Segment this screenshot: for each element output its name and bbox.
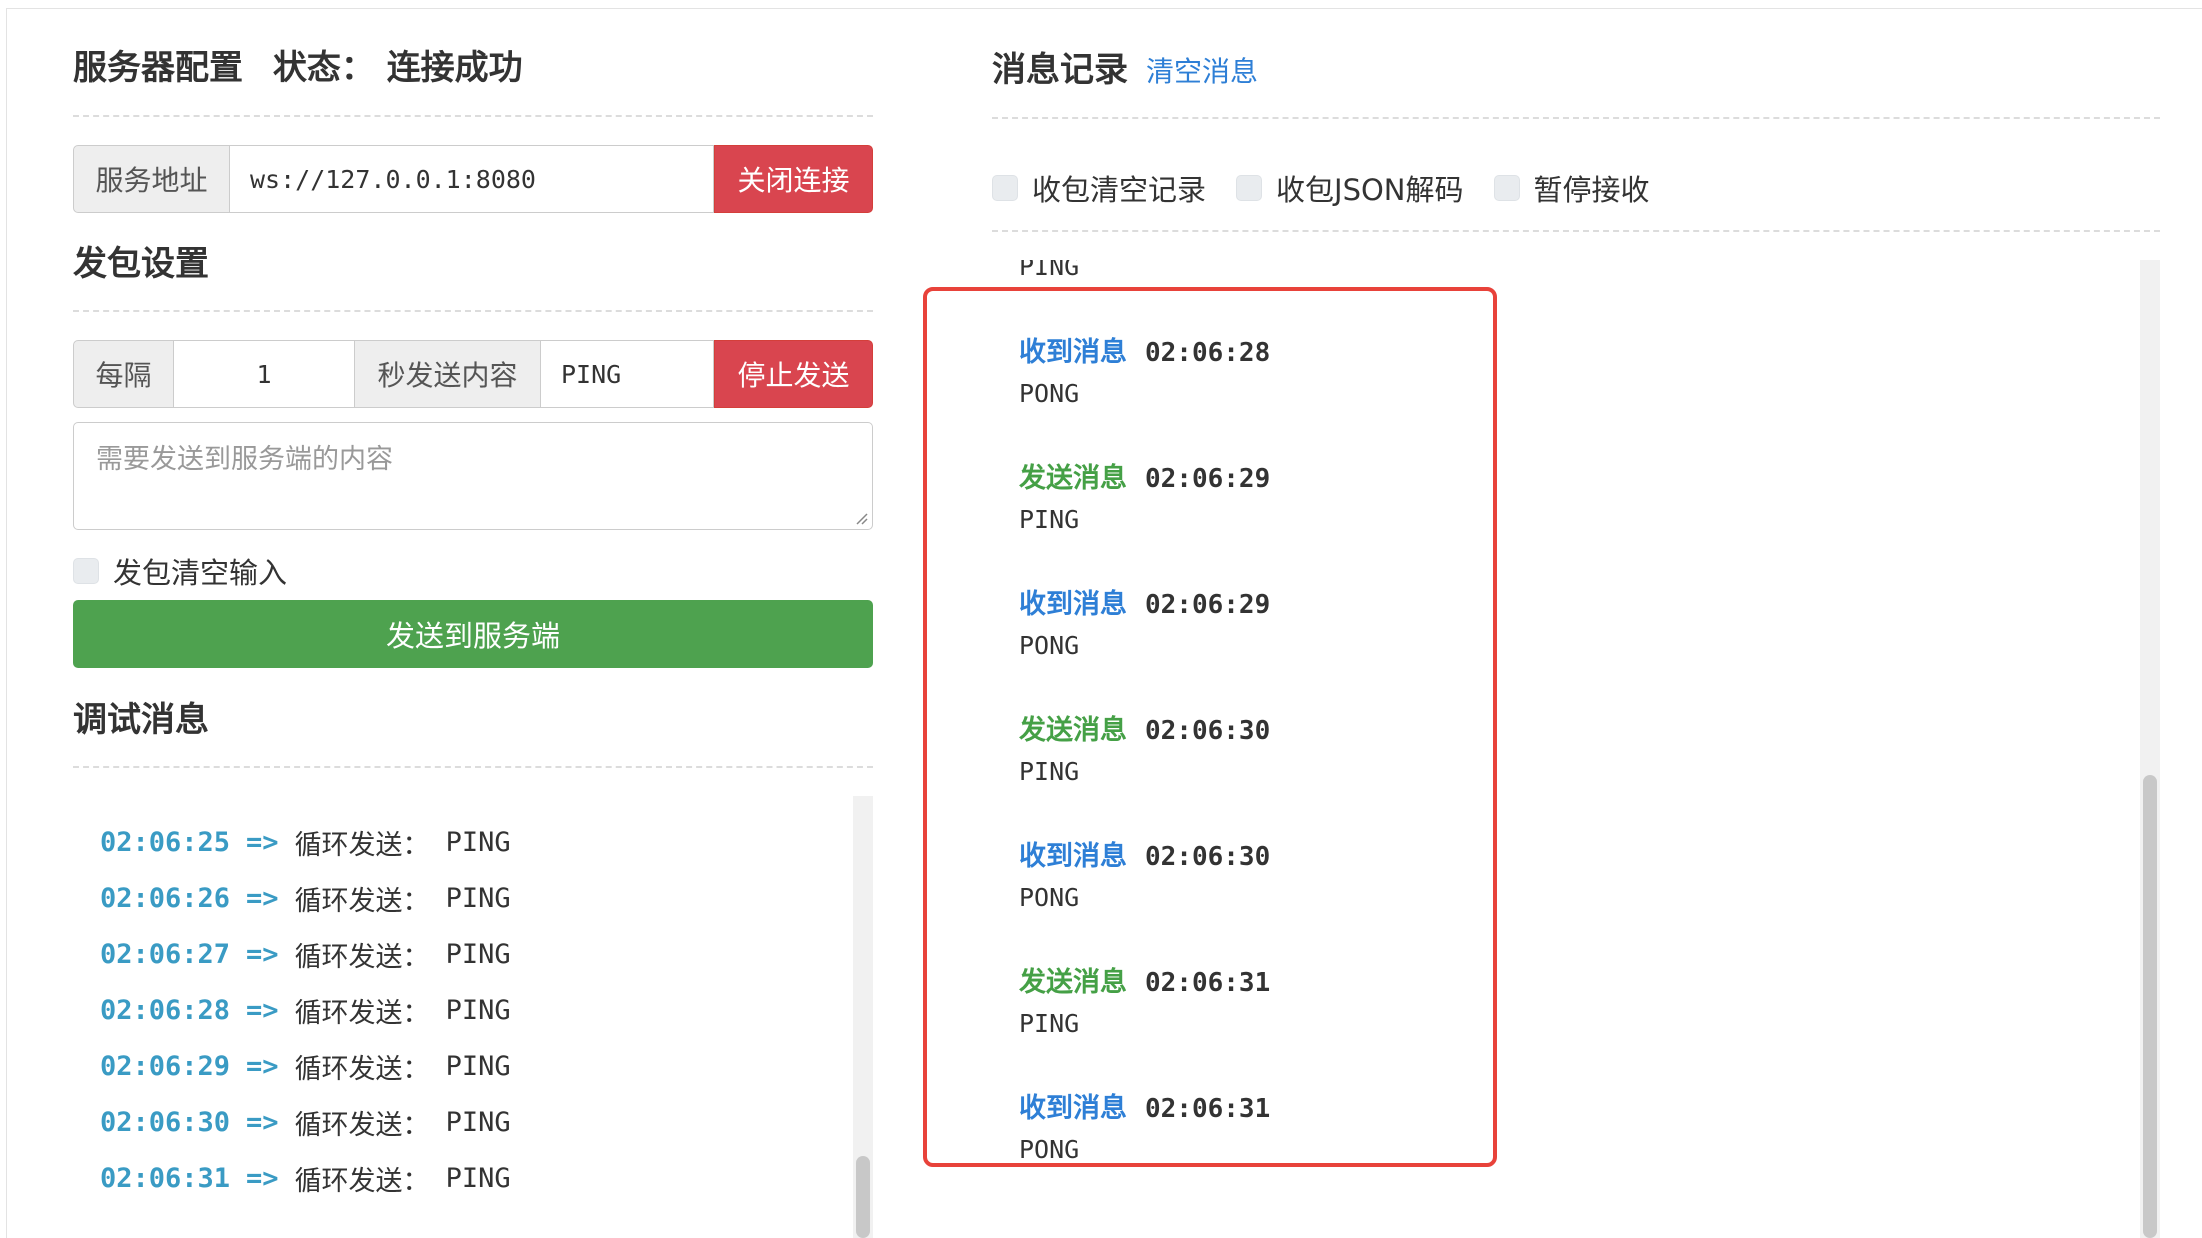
messages-divider bbox=[992, 117, 2160, 119]
debug-line: 02:06:28 => 循环发送： PING bbox=[100, 991, 511, 1030]
debug-time: 02:06:30 bbox=[100, 1107, 231, 1138]
server-config-title: 服务器配置 bbox=[73, 48, 243, 88]
debug-text: 循环发送： bbox=[294, 942, 430, 973]
send-settings-title: 发包设置 bbox=[73, 244, 209, 284]
messages-title: 消息记录 bbox=[992, 50, 1128, 90]
pause-receive-label: 暂停接收 bbox=[1533, 173, 1650, 207]
server-config-heading: 服务器配置 状态： 连接成功 bbox=[73, 40, 523, 89]
debug-arrow: => bbox=[246, 939, 279, 970]
debug-scrollbar[interactable] bbox=[853, 796, 873, 1238]
debug-time: 02:06:29 bbox=[100, 1051, 231, 1082]
debug-text: 循环发送： bbox=[294, 1166, 430, 1197]
debug-text: 循环发送： bbox=[294, 998, 430, 1029]
debug-arrow: => bbox=[246, 1051, 279, 1082]
debug-line: 02:06:27 => 循环发送： PING bbox=[100, 935, 511, 974]
send-to-server-button[interactable]: 发送到服务端 bbox=[73, 600, 873, 668]
address-input[interactable]: ws://127.0.0.1:8080 bbox=[230, 145, 714, 213]
debug-value: PING bbox=[445, 1051, 511, 1082]
debug-text: 循环发送： bbox=[294, 830, 430, 861]
message-body-partial: PING bbox=[1019, 260, 1080, 281]
debug-line: 02:06:25 => 循环发送： PING bbox=[100, 823, 511, 862]
debug-line: 02:06:31 => 循环发送： PING bbox=[100, 1159, 511, 1198]
json-decode-label: 收包JSON解码 bbox=[1276, 173, 1464, 207]
highlight-annotation bbox=[923, 287, 1497, 1167]
address-input-group: 服务地址 ws://127.0.0.1:8080 关闭连接 bbox=[73, 145, 873, 213]
debug-time: 02:06:31 bbox=[100, 1163, 231, 1194]
close-connection-button[interactable]: 关闭连接 bbox=[714, 145, 873, 213]
debug-text: 循环发送： bbox=[294, 1054, 430, 1085]
clear-input-checkbox[interactable] bbox=[73, 558, 99, 584]
clear-on-receive-checkbox[interactable] bbox=[992, 175, 1018, 201]
debug-arrow: => bbox=[246, 883, 279, 914]
address-label: 服务地址 bbox=[73, 145, 230, 213]
resize-handle-icon[interactable] bbox=[854, 511, 868, 525]
debug-arrow: => bbox=[246, 1107, 279, 1138]
send-content-textarea[interactable]: 需要发送到服务端的内容 bbox=[73, 422, 873, 530]
debug-value: PING bbox=[445, 1107, 511, 1138]
content-input[interactable]: PING bbox=[541, 340, 714, 408]
debug-arrow: => bbox=[246, 827, 279, 858]
interval-input[interactable]: 1 bbox=[174, 340, 355, 408]
clear-input-option[interactable]: 发包清空输入 bbox=[73, 550, 287, 592]
debug-title: 调试消息 bbox=[73, 700, 209, 740]
messages-header: 消息记录 清空消息 bbox=[992, 42, 1258, 91]
debug-value: PING bbox=[445, 883, 511, 914]
send-settings-divider bbox=[73, 310, 873, 312]
debug-divider bbox=[73, 766, 873, 768]
debug-scroll-thumb[interactable] bbox=[856, 1156, 870, 1238]
server-divider bbox=[73, 115, 873, 117]
debug-value: PING bbox=[445, 827, 511, 858]
debug-line: 02:06:26 => 循环发送： PING bbox=[100, 879, 511, 918]
debug-time: 02:06:26 bbox=[100, 883, 231, 914]
debug-value: PING bbox=[445, 995, 511, 1026]
textarea-placeholder: 需要发送到服务端的内容 bbox=[96, 444, 393, 475]
pause-receive-checkbox[interactable] bbox=[1493, 175, 1520, 201]
clear-input-label: 发包清空输入 bbox=[113, 556, 288, 590]
debug-text: 循环发送： bbox=[294, 886, 430, 917]
options-divider bbox=[992, 230, 2160, 232]
debug-arrow: => bbox=[246, 1163, 279, 1194]
debug-line: 02:06:30 => 循环发送： PING bbox=[100, 1103, 511, 1142]
content-label: 秒发送内容 bbox=[355, 340, 541, 408]
message-scroll-thumb[interactable] bbox=[2143, 775, 2157, 1238]
json-decode-checkbox[interactable] bbox=[1236, 175, 1263, 201]
clear-messages-link[interactable]: 清空消息 bbox=[1146, 50, 1258, 90]
debug-line: 02:06:29 => 循环发送： PING bbox=[100, 1047, 511, 1086]
interval-input-group: 每隔 1 秒发送内容 PING 停止发送 bbox=[73, 340, 873, 408]
clear-on-receive-label: 收包清空记录 bbox=[1032, 173, 1207, 207]
debug-time: 02:06:25 bbox=[100, 827, 231, 858]
debug-arrow: => bbox=[246, 995, 279, 1026]
status-value: 连接成功 bbox=[386, 48, 523, 88]
every-label: 每隔 bbox=[73, 340, 174, 408]
debug-value: PING bbox=[445, 1163, 511, 1194]
message-scrollbar[interactable] bbox=[2140, 260, 2160, 1238]
debug-value: PING bbox=[445, 939, 511, 970]
debug-text: 循环发送： bbox=[294, 1110, 430, 1141]
message-options: 收包清空记录 收包JSON解码 暂停接收 bbox=[992, 167, 1650, 209]
debug-time: 02:06:28 bbox=[100, 995, 231, 1026]
debug-time: 02:06:27 bbox=[100, 939, 231, 970]
status-label: 状态： bbox=[272, 48, 375, 88]
stop-sending-button[interactable]: 停止发送 bbox=[714, 340, 873, 408]
